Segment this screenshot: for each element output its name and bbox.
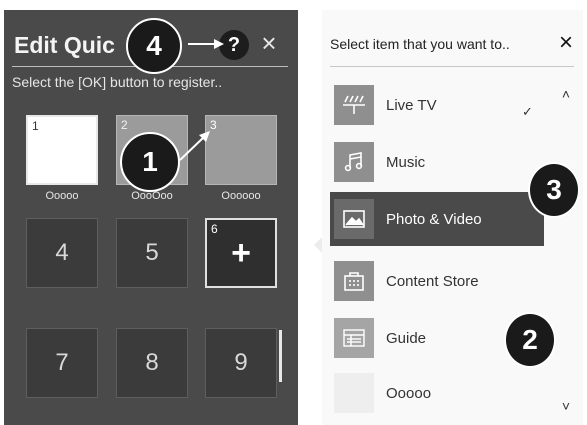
quick-slot-3[interactable]: 3 — [205, 115, 277, 185]
list-item-photo-video[interactable]: Photo & Video — [330, 192, 544, 246]
quick-slot-5[interactable]: 5 — [116, 218, 188, 288]
panel-title: Edit Quic — [14, 32, 115, 58]
item-label: Music — [386, 153, 426, 171]
scroll-down-icon[interactable]: ˅ — [558, 398, 574, 414]
item-label: Live TV — [386, 96, 437, 114]
instruction-text: Select the [OK] button to register.. — [12, 74, 223, 90]
slot-label: Oooooo — [221, 190, 261, 202]
slot-number: 8 — [145, 349, 159, 376]
slot-number: 5 — [145, 239, 159, 266]
help-button[interactable]: ? — [219, 30, 249, 60]
live-tv-icon — [334, 85, 374, 125]
slot-number: 2 — [121, 118, 128, 132]
close-button[interactable]: × — [554, 28, 578, 58]
callout-1-badge: 1 — [120, 132, 180, 192]
photo-icon — [334, 199, 374, 239]
add-icon: + — [231, 233, 251, 272]
music-icon — [334, 142, 374, 182]
item-label: Guide — [386, 329, 427, 347]
item-label: Ooooo — [386, 384, 432, 402]
callout-2-badge: 2 — [504, 312, 556, 368]
close-button[interactable]: × — [256, 28, 282, 58]
blank-thumbnail — [334, 373, 374, 413]
item-label: Photo & Video — [386, 210, 482, 228]
quick-slot-6[interactable]: 6 + — [205, 218, 277, 288]
quick-slot-8[interactable]: 8 — [116, 328, 188, 398]
slot-number: 3 — [210, 118, 217, 132]
slot-number: 7 — [55, 349, 69, 376]
quick-slot-9[interactable]: 9 — [205, 328, 277, 398]
list-item-music[interactable]: Music — [334, 139, 544, 185]
quick-slot-1[interactable]: 1 — [26, 115, 98, 185]
content-store-icon — [334, 261, 374, 301]
check-icon: ✓ — [522, 104, 533, 119]
panel-title: Select item that you want to.. — [330, 36, 510, 52]
list-item-live-tv[interactable]: Live TV — [334, 82, 544, 128]
slot-number: 1 — [32, 119, 39, 133]
divider — [330, 66, 574, 67]
scroll-up-icon[interactable]: ˄ — [558, 86, 574, 102]
item-label: Content Store — [386, 272, 479, 290]
callout-4-badge: 4 — [126, 18, 182, 74]
list-item-content-store[interactable]: Content Store — [334, 258, 544, 304]
callout-3-badge: 3 — [528, 162, 580, 218]
quick-slot-4[interactable]: 4 — [26, 218, 98, 288]
quick-slot-7[interactable]: 7 — [26, 328, 98, 398]
scroll-edge-indicator — [279, 330, 282, 382]
slot-label: Ooooo — [45, 190, 79, 202]
list-item-placeholder[interactable]: Ooooo — [334, 370, 544, 416]
slot-number: 4 — [55, 239, 69, 266]
guide-icon — [334, 318, 374, 358]
slot-number: 9 — [234, 349, 248, 376]
